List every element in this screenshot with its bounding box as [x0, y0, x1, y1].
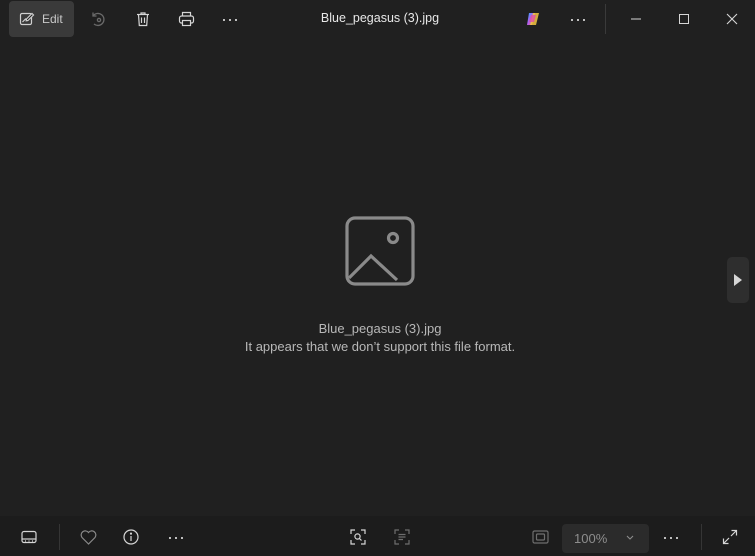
rotate-button[interactable] [86, 4, 110, 34]
rotate-icon [92, 12, 105, 27]
more-icon: ··· [167, 527, 185, 547]
print-button[interactable] [174, 4, 198, 34]
chevron-down-icon [626, 535, 634, 540]
copilot-button[interactable] [522, 4, 544, 34]
delete-button[interactable] [131, 4, 155, 34]
bottom-divider [701, 524, 702, 550]
maximize-icon [679, 14, 689, 24]
fit-to-window-button[interactable] [526, 524, 554, 550]
edit-image-icon [19, 12, 35, 26]
view-more-button[interactable]: ··· [657, 524, 685, 550]
file-name-text: Blue_pegasus (3).jpg [318, 321, 442, 336]
more-options-button[interactable]: ··· [217, 4, 243, 34]
chevron-right-icon [734, 274, 742, 286]
visual-search-icon [350, 529, 366, 545]
close-button[interactable] [720, 4, 744, 34]
edit-button[interactable]: Edit [9, 1, 74, 37]
info-icon [123, 529, 139, 545]
fit-window-icon [531, 530, 549, 544]
unsupported-format-message: It appears that we don’t support this fi… [244, 339, 516, 354]
zoom-level-value: 100% [574, 531, 608, 546]
toolbar-divider [605, 4, 606, 34]
zoom-level-select[interactable]: 100% [562, 524, 649, 553]
minimize-button[interactable] [624, 4, 648, 34]
image-placeholder-icon [345, 216, 415, 286]
heart-icon [80, 529, 96, 545]
bottom-toolbar: ··· 100% ··· [0, 516, 755, 556]
more-icon: ··· [569, 9, 587, 29]
edit-label: Edit [42, 12, 63, 26]
maximize-button[interactable] [672, 4, 696, 34]
expand-icon [722, 529, 738, 545]
printer-icon [178, 11, 194, 27]
favorite-button[interactable] [74, 524, 102, 550]
bottom-divider [59, 524, 60, 550]
title-bar: Edit ··· Blue_pegasus (3).jpg ··· [0, 0, 755, 38]
trash-icon [137, 12, 149, 27]
file-info-button[interactable] [117, 524, 145, 550]
window-title: Blue_pegasus (3).jpg [320, 11, 440, 25]
close-icon [726, 13, 738, 25]
more-icon: ··· [221, 9, 239, 29]
full-screen-button[interactable] [716, 524, 744, 550]
bottom-more-button[interactable]: ··· [162, 524, 190, 550]
copilot-icon [527, 13, 539, 25]
filmstrip-button[interactable] [15, 524, 43, 550]
next-image-button[interactable] [727, 257, 749, 303]
visual-search-button[interactable] [344, 524, 372, 550]
filmstrip-icon [21, 530, 37, 544]
minimize-icon [631, 18, 641, 20]
text-scan-icon [394, 529, 410, 545]
app-more-button[interactable]: ··· [565, 4, 591, 34]
more-icon: ··· [662, 527, 680, 547]
extract-text-button[interactable] [388, 524, 416, 550]
